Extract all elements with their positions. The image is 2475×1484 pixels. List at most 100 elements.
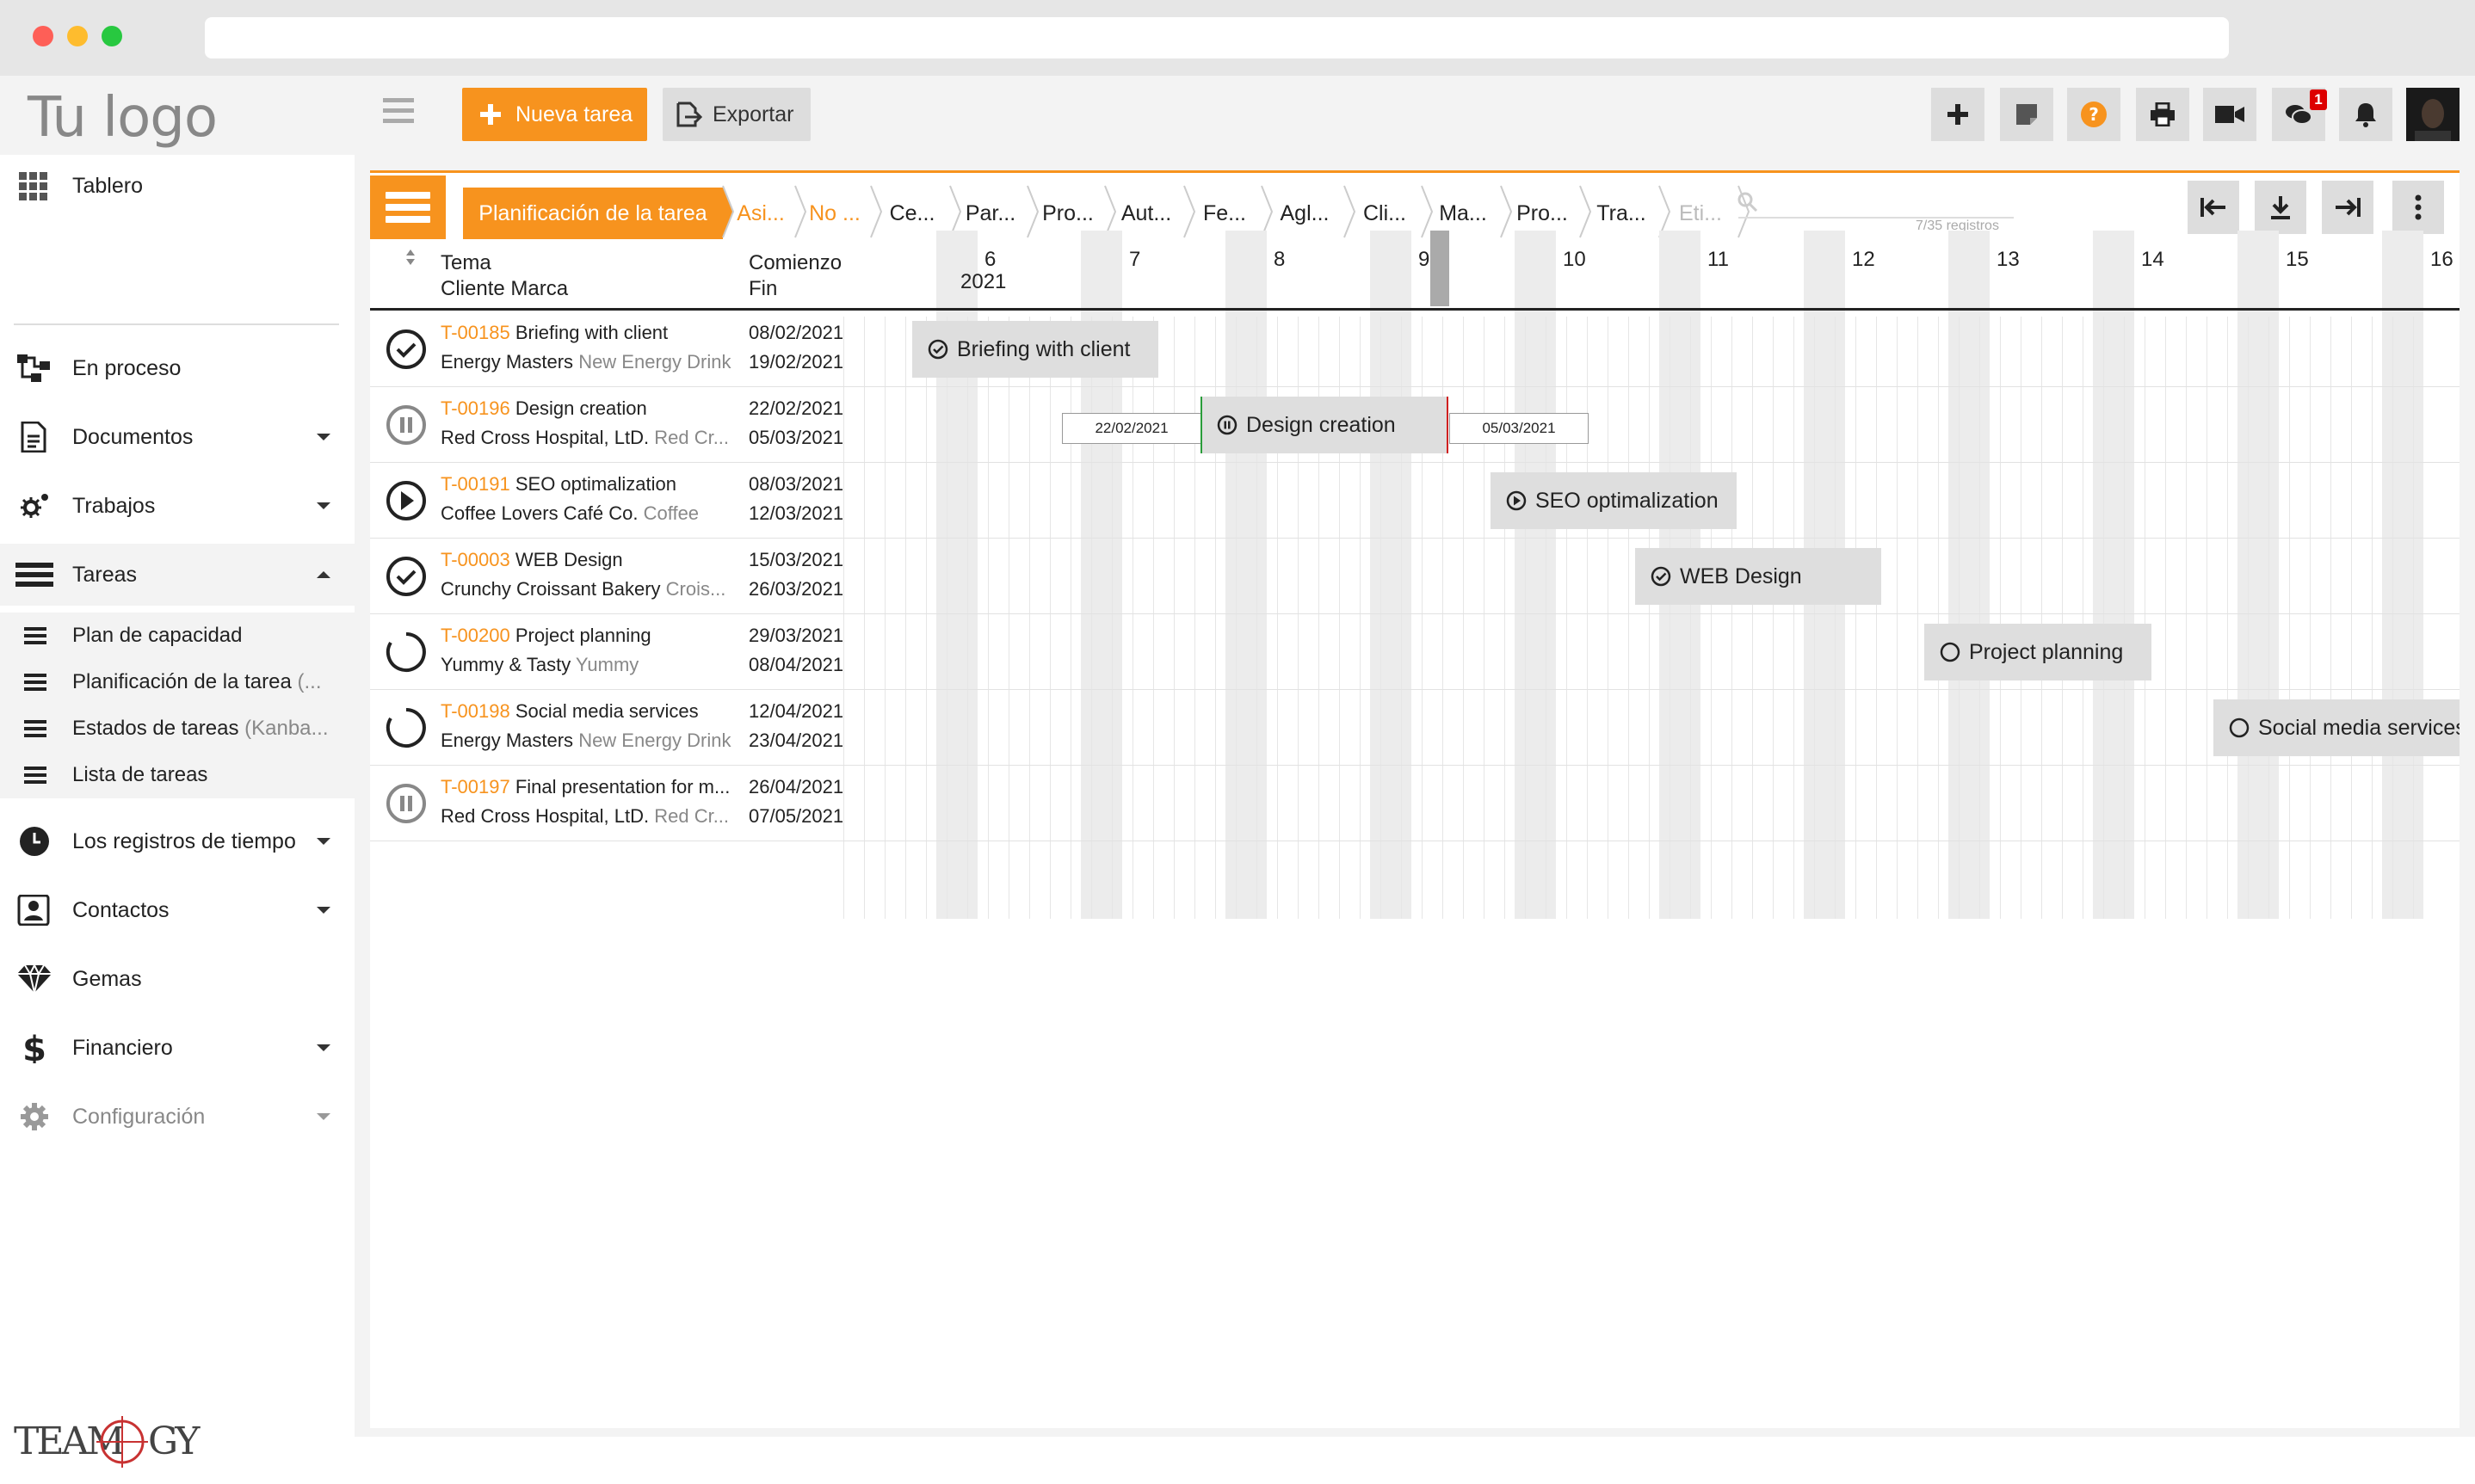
task-title[interactable]: Social media services <box>515 700 699 722</box>
export-button[interactable]: Exportar <box>663 88 811 141</box>
gantt-bar-label: WEB Design <box>1680 563 1802 588</box>
timeline-view-icon[interactable] <box>370 175 446 239</box>
column-header-comienzo[interactable]: Comienzo <box>749 251 842 275</box>
sidebar-subitem-planificacion[interactable]: Planificación de la tarea (... <box>0 659 355 705</box>
task-id[interactable]: T-00003 <box>441 549 510 570</box>
task-title[interactable]: Final presentation for m... <box>515 776 730 797</box>
video-button[interactable] <box>2203 88 2256 141</box>
print-button[interactable] <box>2136 88 2189 141</box>
task-id[interactable]: T-00200 <box>441 625 510 646</box>
timeline-day-label: 9 <box>1418 248 1430 271</box>
gantt-bar[interactable]: Design creation <box>1201 397 1447 453</box>
menu-toggle-icon[interactable] <box>383 98 414 123</box>
task-id[interactable]: T-00196 <box>441 397 510 419</box>
task-title[interactable]: Design creation <box>515 397 647 419</box>
scroll-end-button[interactable] <box>2322 181 2373 234</box>
table-row[interactable]: T-00003 WEB Design Crunchy Croissant Bake… <box>370 539 2460 614</box>
task-start-date: 08/02/2021 <box>749 322 844 343</box>
table-row[interactable]: T-00185 Briefing with client Energy Maste… <box>370 311 2460 387</box>
column-header-cliente-marca[interactable]: Cliente Marca <box>441 277 568 301</box>
play-circle-icon[interactable] <box>386 480 427 521</box>
maximize-window-button[interactable] <box>102 26 122 46</box>
circle-open-icon[interactable] <box>386 631 427 673</box>
arrow-left-bar-icon <box>2200 198 2225 217</box>
minimize-window-button[interactable] <box>67 26 88 46</box>
table-row[interactable]: T-00191 SEO optimalization Coffee Lovers … <box>370 463 2460 539</box>
list-icon <box>24 767 46 784</box>
pause-circle-icon[interactable] <box>386 404 427 446</box>
new-task-button[interactable]: Nueva tarea <box>462 88 647 141</box>
gantt-bar[interactable]: Social media services <box>2213 699 2460 756</box>
table-row[interactable]: T-00197 Final presentation for m... Red C… <box>370 766 2460 841</box>
sidebar-item-contactos[interactable]: Contactos <box>0 879 355 941</box>
breadcrumb-item[interactable]: Agl... <box>1265 188 1344 239</box>
sidebar-subitem-lista[interactable]: Lista de tareas <box>0 752 355 798</box>
breadcrumb-item[interactable]: Asi... <box>726 188 795 239</box>
sidebar-item-configuracion[interactable]: Configuración <box>0 1086 355 1148</box>
user-avatar[interactable] <box>2406 88 2460 141</box>
download-button[interactable] <box>2255 181 2306 234</box>
gantt-bar[interactable]: Project planning <box>1924 624 2151 680</box>
pause-circle-icon[interactable] <box>386 783 427 824</box>
check-circle-icon[interactable] <box>386 556 427 597</box>
gantt-bar[interactable]: Briefing with client <box>912 321 1158 378</box>
help-button[interactable]: ? <box>2067 88 2120 141</box>
sidebar-subitem-estados[interactable]: Estados de tareas (Kanba... <box>0 705 355 752</box>
add-button[interactable] <box>1931 88 1984 141</box>
more-options-button[interactable] <box>2392 181 2444 234</box>
task-start-date: 26/04/2021 <box>749 776 844 797</box>
sidebar-subitem-plan-de-capacidad[interactable]: Plan de capacidad <box>0 613 355 659</box>
breadcrumb-item[interactable]: Planificación de la tarea <box>463 188 723 239</box>
gantt-bar[interactable]: SEO optimalization <box>1491 472 1737 529</box>
column-header-fin[interactable]: Fin <box>749 277 777 301</box>
close-window-button[interactable] <box>33 26 53 46</box>
print-icon <box>2151 102 2175 126</box>
task-brand: Crois... <box>665 578 726 600</box>
task-title[interactable]: Briefing with client <box>515 322 668 343</box>
jobs-icon <box>21 494 48 518</box>
dollar-icon: $ <box>22 1032 46 1063</box>
table-row[interactable]: T-00198 Social media services Energy Mast… <box>370 690 2460 766</box>
timeline-day-label: 10 <box>1563 248 1586 271</box>
gantt-bar[interactable]: WEB Design <box>1635 548 1881 605</box>
task-title[interactable]: WEB Design <box>515 549 623 570</box>
sidebar-item-tablero[interactable]: Tablero <box>0 155 355 217</box>
task-id[interactable]: T-00198 <box>441 700 510 722</box>
breadcrumb-item[interactable]: No ... <box>799 188 871 239</box>
gem-icon <box>17 964 52 994</box>
chevron-down-icon <box>317 502 330 509</box>
task-end-date: 08/04/2021 <box>749 654 844 675</box>
accent-line <box>370 170 2460 173</box>
column-header-tema[interactable]: Tema <box>441 251 491 275</box>
sidebar-item-label: Financiero <box>72 1035 173 1060</box>
list-icon <box>24 627 46 644</box>
sidebar-item-registros-tiempo[interactable]: Los registros de tiempo <box>0 810 355 872</box>
check-circle-icon[interactable] <box>386 329 427 370</box>
task-id[interactable]: T-00185 <box>441 322 510 343</box>
timeline-day-label: 13 <box>1997 248 2020 271</box>
address-bar[interactable] <box>205 17 2229 58</box>
notifications-button[interactable] <box>2339 88 2392 141</box>
sidebar-item-financiero[interactable]: $ Financiero <box>0 1017 355 1079</box>
task-title[interactable]: Project planning <box>515 625 651 646</box>
circle-open-icon[interactable] <box>386 707 427 748</box>
breadcrumb-item[interactable]: Tra... <box>1583 188 1659 239</box>
timeline-day-label: 12 <box>1852 248 1875 271</box>
sidebar-item-documentos[interactable]: Documentos <box>0 406 355 468</box>
task-brand: New Energy Drink <box>578 730 731 751</box>
task-title[interactable]: SEO optimalization <box>515 473 676 495</box>
chevron-down-icon <box>317 838 330 845</box>
scroll-start-button[interactable] <box>2188 181 2239 234</box>
sidebar-item-trabajos[interactable]: Trabajos <box>0 475 355 537</box>
task-id[interactable]: T-00197 <box>441 776 510 797</box>
chat-button[interactable]: 1 <box>2272 88 2327 141</box>
sidebar-item-tareas[interactable]: Tareas <box>0 544 355 606</box>
sidebar-item-gemas[interactable]: Gemas <box>0 948 355 1010</box>
sticky-note-icon <box>2016 104 2037 125</box>
task-client: Red Cross Hospital, LtD. <box>441 427 650 448</box>
notes-button[interactable] <box>2000 88 2053 141</box>
sidebar-item-en-proceso[interactable]: En proceso <box>0 337 355 399</box>
timeline-year: 2021 <box>960 270 1007 293</box>
sort-icon[interactable] <box>404 248 417 267</box>
task-id[interactable]: T-00191 <box>441 473 510 495</box>
